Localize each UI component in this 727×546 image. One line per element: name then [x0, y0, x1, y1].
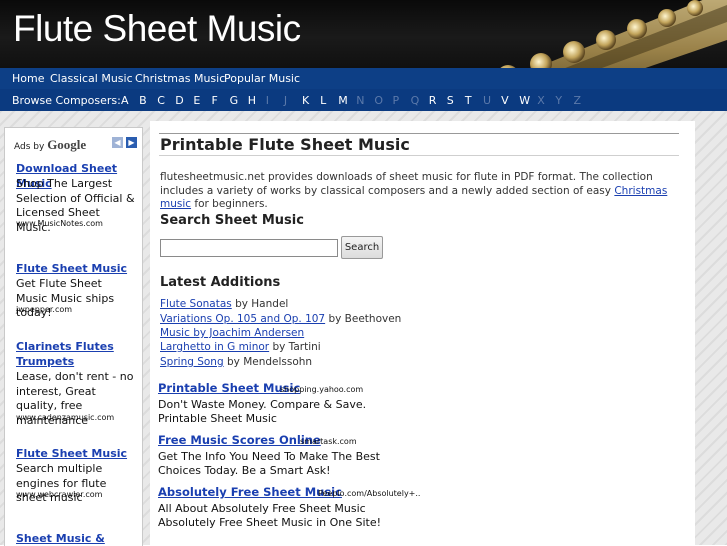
text-ad-url[interactable]: smartask.com — [300, 437, 357, 446]
site-header: Flute Sheet Music — [0, 0, 727, 68]
latest-item-link[interactable]: Larghetto in G minor — [160, 341, 269, 353]
latest-additions-heading: Latest Additions — [160, 275, 281, 290]
nav-home[interactable]: Home — [12, 72, 44, 85]
text-ad-text: Get The Info You Need To Make The Best C… — [158, 450, 380, 477]
composer-letter-v[interactable]: V — [501, 94, 509, 107]
sidebar-ad-url[interactable]: jwpepper.com — [16, 305, 72, 314]
latest-item: Spring Song by Mendelssohn — [160, 356, 312, 368]
prev-ad-arrow-icon[interactable]: ◀ — [112, 137, 123, 148]
text-ad-text: Don't Waste Money. Compare & Save. Print… — [158, 398, 367, 425]
page-title: Printable Flute Sheet Music — [160, 135, 410, 154]
title-rule-top — [159, 133, 679, 134]
composer-letter-p: P — [392, 94, 400, 107]
text-ad-url[interactable]: shopping.yahoo.com — [280, 385, 363, 394]
browse-composers-label: Browse Composers: — [12, 94, 121, 107]
composer-letter-x: X — [537, 94, 545, 107]
intro-paragraph: flutesheetmusic.net provides downloads o… — [160, 171, 685, 212]
composer-letter-q: Q — [410, 94, 420, 107]
latest-item: Music by Joachim Andersen — [160, 327, 304, 339]
composer-letter-d[interactable]: D — [175, 94, 183, 107]
composer-letter-r[interactable]: R — [429, 94, 437, 107]
sidebar-ad-url[interactable]: www.MusicNotes.com — [16, 219, 103, 228]
sidebar-ad-url[interactable]: www.cadenzamusic.com — [16, 413, 114, 422]
latest-item-link[interactable]: Spring Song — [160, 356, 224, 368]
intro-text-end: for beginners. — [191, 198, 268, 210]
latest-item-composer: by Tartini — [269, 341, 321, 353]
sidebar-ad-title[interactable]: Flute Sheet Music — [16, 261, 136, 276]
latest-item-link[interactable]: Music by Joachim Andersen — [160, 327, 304, 339]
composer-letter-t[interactable]: T — [465, 94, 472, 107]
site-title[interactable]: Flute Sheet Music — [13, 8, 301, 50]
composer-letter-k[interactable]: K — [302, 94, 309, 107]
composer-letter-z: Z — [573, 94, 582, 107]
latest-item-link[interactable]: Variations Op. 105 and Op. 107 — [160, 313, 325, 325]
composer-letter-m[interactable]: M — [338, 94, 348, 107]
title-rule-bottom — [159, 155, 679, 156]
composer-nav: Browse Composers: ABCDEFGHIJ KLMNOPQRSTUV… — [0, 89, 727, 111]
composer-letter-l[interactable]: L — [320, 94, 326, 107]
latest-item-composer: by Beethoven — [325, 313, 402, 325]
latest-item-link[interactable]: Flute Sonatas — [160, 298, 232, 310]
sidebar-ad-title[interactable]: Clarinets Flutes Trumpets — [16, 339, 136, 369]
composer-letter-f[interactable]: F — [212, 94, 218, 107]
intro-text: flutesheetmusic.net provides downloads o… — [160, 171, 653, 197]
composer-letter-j: J — [283, 94, 288, 107]
search-button[interactable]: Search — [341, 236, 383, 259]
text-ad-text: All About Absolutely Free Sheet Music Ab… — [158, 502, 382, 529]
composer-letter-h[interactable]: H — [248, 94, 256, 107]
composer-letter-n: N — [356, 94, 365, 107]
text-ad-title[interactable]: Absolutely Free Sheet Music — [158, 485, 342, 499]
composer-letter-s[interactable]: S — [447, 94, 454, 107]
text-ad-url[interactable]: Peeplo.com/Absolutely+.. — [318, 489, 420, 498]
composer-letter-y: Y — [555, 94, 563, 107]
latest-item: Variations Op. 105 and Op. 107 by Beetho… — [160, 313, 401, 325]
ad-sidebar: Ads by Google ◀ ▶ Download Sheet Music S… — [4, 127, 143, 546]
nav-christmas-music[interactable]: Christmas Music — [135, 72, 225, 85]
nav-popular-music[interactable]: Popular Music — [224, 72, 300, 85]
ads-by-label: Ads by — [14, 142, 45, 152]
latest-item: Larghetto in G minor by Tartini — [160, 341, 321, 353]
sidebar-ad-title[interactable]: Flute Sheet Music — [16, 446, 136, 461]
composer-letter-i: I — [265, 94, 270, 107]
search-heading: Search Sheet Music — [160, 213, 304, 228]
search-input[interactable] — [160, 239, 338, 257]
composer-letter-u: U — [483, 94, 492, 107]
next-ad-arrow-icon[interactable]: ▶ — [126, 137, 137, 148]
text-ad-title[interactable]: Free Music Scores Online — [158, 433, 321, 447]
nav-classical-music[interactable]: Classical Music — [50, 72, 133, 85]
sidebar-ad-url[interactable]: www.webcrawler.com — [16, 490, 102, 499]
main-nav: Home Classical Music Christmas Music Pop… — [0, 68, 727, 89]
google-logo: Google — [47, 137, 87, 152]
composer-letter-o: O — [374, 94, 384, 107]
composer-letter-w[interactable]: W — [519, 94, 530, 107]
latest-item: Flute Sonatas by Handel — [160, 298, 288, 310]
latest-item-composer: by Mendelssohn — [223, 356, 313, 368]
composer-letter-e[interactable]: E — [193, 94, 200, 107]
composer-letter-b[interactable]: B — [139, 94, 147, 107]
text-ad-title[interactable]: Printable Sheet Music — [158, 381, 300, 395]
composer-letter-c[interactable]: C — [157, 94, 165, 107]
composer-letter-a[interactable]: A — [121, 94, 129, 107]
ads-by-google[interactable]: Ads by Google — [14, 137, 86, 153]
latest-item-composer: by Handel — [231, 298, 289, 310]
composer-letter-g[interactable]: G — [230, 94, 239, 107]
sidebar-ad-title[interactable]: Sheet Music & — [16, 531, 136, 546]
